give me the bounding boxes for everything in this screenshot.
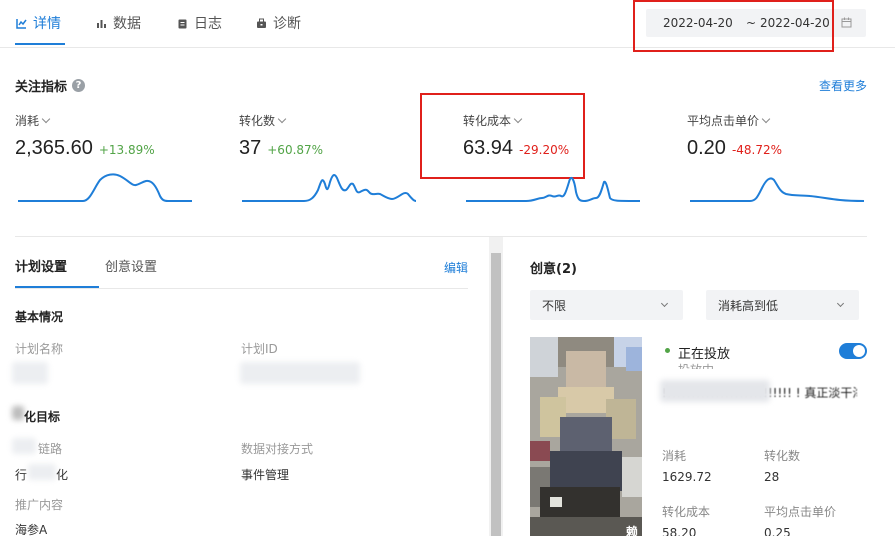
plan-id-label: 计划ID xyxy=(241,342,278,356)
sparkline-conversions xyxy=(242,174,416,202)
view-more-link[interactable]: 查看更多 xyxy=(819,77,867,94)
status-dot xyxy=(665,348,670,353)
stat-label: 转化数 xyxy=(764,449,801,463)
data-connect-label: 数据对接方式 xyxy=(241,442,314,456)
metric-delta: +60.87% xyxy=(267,143,324,157)
plan-name-redacted xyxy=(12,362,48,384)
stat-value: 28 xyxy=(764,470,780,484)
creative-count-title: 创意(2) xyxy=(530,262,577,277)
metric-cost[interactable]: 消耗 2,365.60 +13.89% xyxy=(15,112,215,160)
chevron-down-icon xyxy=(836,299,845,308)
pixelated-image xyxy=(530,337,642,536)
stat-label: 消耗 xyxy=(662,449,687,463)
chevron-down-icon xyxy=(761,114,771,123)
tab-label: 诊断 xyxy=(273,16,301,32)
stat-value: 58.20 xyxy=(662,526,697,536)
tab-details[interactable]: 详情 xyxy=(16,12,61,34)
chevron-down-icon xyxy=(660,299,669,308)
thumbnail-overlay-text: 赖 xyxy=(626,525,639,536)
tab-diagnose[interactable]: 诊断 xyxy=(256,12,301,34)
tab-creative-settings[interactable]: 创意设置 xyxy=(105,256,157,275)
tab-label: 日志 xyxy=(194,16,222,32)
metric-value: 2,365.60 xyxy=(15,137,93,159)
sort-select-value: 消耗高到低 xyxy=(718,298,779,313)
metric-label-row[interactable]: 消耗 xyxy=(15,112,215,129)
plan-id-redacted xyxy=(240,362,360,384)
scrollbar-thumb[interactable] xyxy=(491,253,501,536)
metric-delta: -48.72% xyxy=(731,143,783,157)
chart-line-icon xyxy=(16,18,27,29)
chevron-down-icon xyxy=(277,114,287,123)
creative-thumbnail[interactable]: 赖 xyxy=(530,337,642,536)
metric-highlight-box xyxy=(420,93,585,179)
panel-tab-divider xyxy=(15,288,468,289)
metric-value: 37 xyxy=(239,137,262,159)
stat-value: 1629.72 xyxy=(662,470,712,484)
bar-chart-icon xyxy=(97,19,106,28)
indicators-title-text: 关注指标 xyxy=(15,80,68,95)
data-connect-value: 事件管理 xyxy=(241,468,290,482)
metric-conversions[interactable]: 转化数 37 +60.87% xyxy=(239,112,439,160)
clipboard-icon xyxy=(178,19,187,28)
tab-label: 数据 xyxy=(113,16,141,32)
stat-label: 平均点击单价 xyxy=(764,505,837,519)
link-value-tail: 化 xyxy=(56,468,69,482)
promo-content-label: 推广内容 xyxy=(15,498,64,512)
sparkline-cost xyxy=(18,173,192,202)
calendar-icon[interactable] xyxy=(841,17,852,28)
link-label: 链路 xyxy=(38,442,63,456)
metric-label-row[interactable]: 转化数 xyxy=(239,112,439,129)
label-redacted xyxy=(12,438,36,454)
link-value: 行 xyxy=(15,468,28,482)
basic-info-title: 基本情况 xyxy=(15,310,64,324)
sparkline-avg-cpc xyxy=(690,177,864,202)
edit-link[interactable]: 编辑 xyxy=(444,259,468,276)
metric-value: 0.20 xyxy=(687,137,726,159)
promo-content-value: 海参A xyxy=(15,523,48,536)
tab-data[interactable]: 数据 xyxy=(96,12,141,34)
optimization-title: 化目标 xyxy=(24,410,61,424)
creative-status: 正在投放 xyxy=(678,347,731,362)
metric-label-row[interactable]: 平均点击单价 xyxy=(687,112,887,129)
date-highlight-box xyxy=(633,0,834,52)
active-tab-indicator xyxy=(15,43,65,45)
sparkline-conversion-cost xyxy=(466,176,640,203)
metric-delta: +13.89% xyxy=(98,143,155,157)
indicators-title: 关注指标 ? xyxy=(15,76,86,95)
sort-select[interactable]: 消耗高到低 xyxy=(706,290,859,320)
stat-value: 0.25 xyxy=(764,526,791,536)
section-divider xyxy=(15,236,867,237)
metric-label: 转化数 xyxy=(239,114,276,128)
link-value-redacted xyxy=(28,464,56,480)
metric-avg-cpc[interactable]: 平均点击单价 0.20 -48.72% xyxy=(687,112,887,160)
metric-label: 消耗 xyxy=(15,114,40,128)
question-icon[interactable]: ? xyxy=(72,79,86,92)
metric-label: 平均点击单价 xyxy=(687,114,760,128)
creative-title-redacted xyxy=(660,380,770,402)
delivery-toggle[interactable] xyxy=(839,343,867,359)
stat-label: 转化成本 xyxy=(662,505,711,519)
tab-plan-settings[interactable]: 计划设置 xyxy=(15,256,67,275)
tab-log[interactable]: 日志 xyxy=(177,12,222,34)
chevron-down-icon xyxy=(41,114,51,123)
plan-name-label: 计划名称 xyxy=(15,342,64,356)
filter-select[interactable]: 不限 xyxy=(530,290,683,320)
toolbox-icon xyxy=(257,18,266,28)
title-redacted xyxy=(12,406,24,420)
creative-status-sub: 投放中 xyxy=(678,361,714,369)
tab-label: 详情 xyxy=(33,16,61,32)
filter-select-value: 不限 xyxy=(542,298,567,313)
